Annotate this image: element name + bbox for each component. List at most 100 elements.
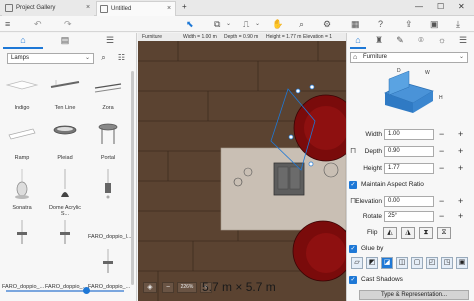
height-field[interactable]: 1.77 [384, 163, 434, 174]
close-tab-icon[interactable]: × [86, 1, 90, 15]
item-label: FARO_doppio_l... [88, 234, 132, 240]
elevation-field[interactable]: 0.00 [384, 196, 434, 207]
library-scrollbar[interactable] [131, 71, 134, 285]
tab-project-gallery[interactable]: Project Gallery × [2, 1, 94, 16]
increment-button[interactable]: + [458, 129, 463, 139]
ramp-lamp-thumb[interactable] [5, 119, 39, 145]
category-select[interactable]: Lamps ⌄ [7, 53, 94, 64]
ten-line-lamp-thumb[interactable] [48, 78, 82, 92]
chevron-down-icon[interactable]: ⌄ [255, 18, 260, 30]
height-row: Height 1.77 − + [347, 163, 474, 175]
increment-button[interactable]: + [458, 146, 463, 156]
close-window-button[interactable]: ✕ [458, 2, 465, 11]
decrement-button[interactable]: − [439, 129, 444, 139]
flip-vertical-alt-icon[interactable]: ⧖ [437, 227, 451, 239]
glue-side-icon[interactable]: ◰ [426, 257, 438, 269]
info-width: Width = 1.00 m [183, 34, 217, 40]
search-icon[interactable]: ⌕ [299, 18, 304, 30]
pleiad-lamp-thumb[interactable] [48, 119, 82, 145]
decrement-button[interactable]: − [439, 146, 444, 156]
tab-furniture-library[interactable]: ⌂ [3, 35, 43, 49]
faro-doppio-lamp-thumb[interactable] [94, 167, 122, 201]
glue-top-icon[interactable]: ◳ [441, 257, 453, 269]
rotate-field[interactable]: 25° [384, 211, 434, 222]
rotate-label: Rotate [362, 213, 382, 220]
glue-object-icon[interactable]: ◪ [381, 257, 393, 269]
new-tab-button[interactable]: + [182, 2, 187, 11]
wall-tool-icon[interactable]: ⧉ [214, 18, 220, 30]
search-icon[interactable]: ⌕ [98, 53, 109, 64]
maintain-aspect-label: Maintain Aspect Ratio [361, 181, 424, 188]
settings-icon[interactable]: ⚙ [323, 18, 331, 30]
zoom-level[interactable]: 226% [177, 282, 197, 293]
decrement-button[interactable]: − [439, 211, 444, 221]
depth-field[interactable]: 0.90 [384, 146, 434, 157]
portal-lamp-thumb[interactable] [91, 119, 125, 149]
object-tab-icon[interactable]: ⌂ [350, 35, 366, 49]
layers-icon[interactable]: ◈ [143, 282, 157, 293]
redo-icon[interactable]: ↷ [64, 18, 72, 30]
increment-button[interactable]: + [458, 196, 463, 206]
decrement-button[interactable]: − [439, 163, 444, 173]
sun-tab-icon[interactable]: ☼ [434, 35, 450, 49]
help-icon[interactable]: ? [378, 18, 383, 30]
view-2d-icon[interactable]: ▦ [351, 18, 360, 30]
undo-icon[interactable]: ↶ [34, 18, 42, 30]
flip-horizontal-alt-icon[interactable]: ◮ [401, 227, 415, 239]
list-options-icon[interactable]: ☷ [116, 53, 127, 64]
zoom-out-button[interactable]: − [162, 282, 174, 293]
sonatra-lamp-thumb[interactable] [8, 167, 36, 201]
layers-tab-icon[interactable]: ☰ [455, 35, 471, 49]
glue-ceiling-icon[interactable]: ◫ [396, 257, 408, 269]
maintain-aspect-checkbox[interactable]: ✓ [349, 181, 357, 189]
glue-none-icon[interactable]: ▣ [456, 257, 468, 269]
select-arrow-icon[interactable]: ⬉ [186, 18, 194, 30]
glue-floor-icon[interactable]: ▱ [351, 257, 363, 269]
item-label: Indigo [14, 105, 30, 111]
maximize-button[interactable]: ☐ [437, 2, 444, 11]
pan-hand-icon[interactable]: ✋ [272, 18, 283, 30]
flip-horizontal-icon[interactable]: ◭ [383, 227, 397, 239]
zora-lamp-thumb[interactable] [91, 78, 125, 96]
camera-tab-icon[interactable]: ⌾ [413, 35, 429, 49]
item-label: Dome Acrylic S... [48, 205, 82, 217]
slider-knob[interactable] [82, 287, 90, 294]
indigo-lamp-thumb[interactable] [5, 78, 39, 92]
tab-untitled[interactable]: Untitled × [96, 1, 176, 16]
increment-button[interactable]: + [458, 163, 463, 173]
dome-acrylic-lamp-thumb[interactable] [51, 167, 79, 201]
type-representation-button[interactable]: Type & Representation... [359, 290, 469, 300]
plan-canvas[interactable] [138, 33, 346, 301]
glue-by-checkbox[interactable]: ✓ [349, 245, 357, 253]
elevation-row: Elevation 0.00 − + [347, 196, 474, 208]
object-type-select[interactable]: ⌂ Furniture ⌄ [350, 52, 468, 63]
width-label: Width [365, 131, 382, 138]
chevron-down-icon[interactable]: ⌄ [226, 18, 231, 30]
glue-wall-icon[interactable]: ◩ [366, 257, 378, 269]
view-3d-icon[interactable]: ▣ [430, 18, 439, 30]
building-tab-icon[interactable]: ♜ [371, 35, 387, 49]
decrement-button[interactable]: − [439, 196, 444, 206]
object-type-value: Furniture [363, 54, 388, 60]
width-field[interactable]: 1.00 [384, 129, 434, 140]
faro-doppio-lamp-thumb[interactable] [94, 247, 122, 277]
export-icon[interactable]: ⤓ [456, 18, 460, 30]
minimize-button[interactable]: — [415, 2, 423, 11]
faro-doppio-lamp-thumb[interactable] [8, 218, 36, 248]
thumbnail-size-slider[interactable] [6, 287, 124, 294]
depth-label: Depth [364, 148, 382, 155]
tab-materials-library[interactable]: ▤ [45, 35, 85, 49]
close-tab-icon[interactable]: × [167, 2, 171, 16]
faro-doppio-lamp-thumb[interactable] [51, 218, 79, 248]
library-panel: ⌂ ▤ ☰ Lamps ⌄ ⌕ ☷ Indigo Ten Line Zora R… [0, 33, 137, 301]
item-label: Pleiad [57, 155, 73, 161]
tab-list-view[interactable]: ☰ [90, 35, 130, 49]
increment-button[interactable]: + [458, 211, 463, 221]
cast-shadows-checkbox[interactable]: ✓ [349, 276, 357, 284]
dimension-tool-icon[interactable]: ⎍ [243, 18, 249, 30]
flip-vertical-icon[interactable]: ⧗ [419, 227, 433, 239]
menu-icon[interactable]: ≡ [5, 18, 10, 30]
paint-tab-icon[interactable]: ✎ [392, 35, 408, 49]
share-icon[interactable]: ⇪ [405, 18, 413, 30]
glue-surface-icon[interactable]: ▢ [411, 257, 423, 269]
